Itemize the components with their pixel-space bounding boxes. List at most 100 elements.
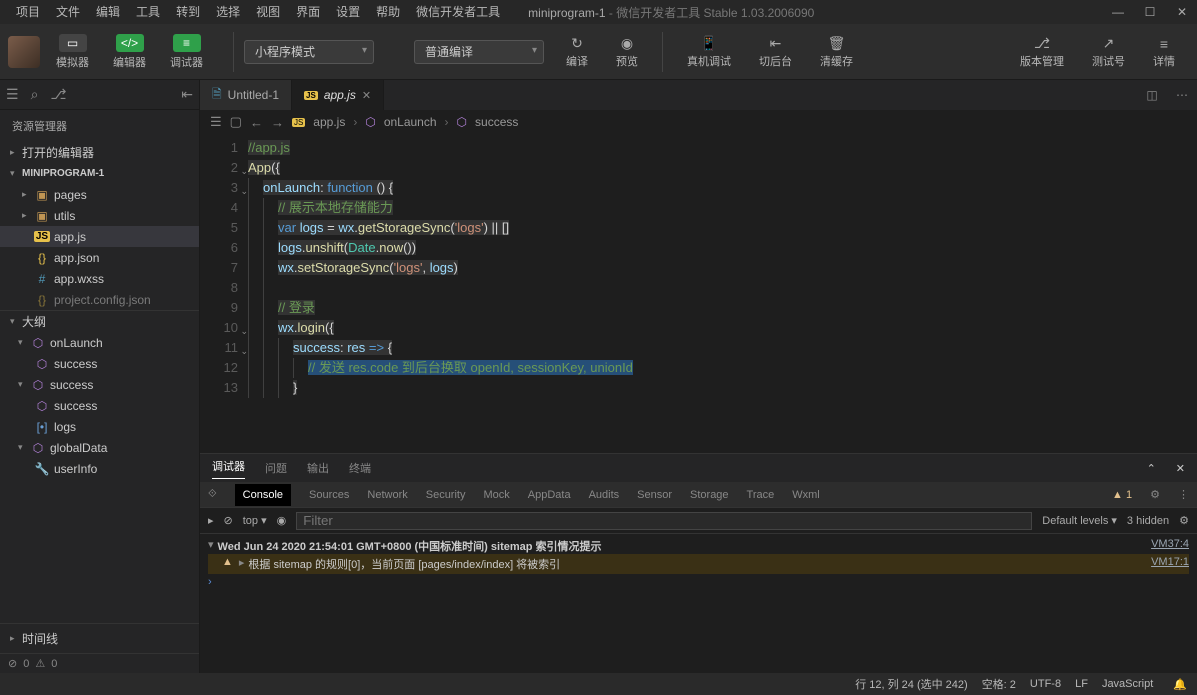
version-manage-button[interactable]: ⎇版本管理 xyxy=(1006,35,1078,69)
bell-icon[interactable]: 🔔 xyxy=(1173,678,1187,691)
inspect-icon[interactable]: ⟐ xyxy=(208,488,217,501)
devtab-network[interactable]: Network xyxy=(367,489,407,501)
list-icon[interactable]: ☰ xyxy=(210,114,222,130)
devtab-wxml[interactable]: Wxml xyxy=(792,489,820,501)
outline-onlaunch[interactable]: ▾⬡onLaunch xyxy=(0,332,199,353)
chevron-up-icon[interactable]: ⌃ xyxy=(1147,462,1156,475)
devtools-settings-icon[interactable]: ⚙ xyxy=(1150,488,1160,501)
debug-tab-terminal[interactable]: 终端 xyxy=(349,460,371,476)
tab-appjs[interactable]: JS app.js ✕ xyxy=(292,80,384,110)
split-editor-icon[interactable]: ◫ xyxy=(1137,80,1167,110)
status-lang[interactable]: JavaScript xyxy=(1102,678,1153,690)
file-appwxss[interactable]: #app.wxss xyxy=(0,268,199,289)
devtab-audits[interactable]: Audits xyxy=(589,489,620,501)
console-source-link[interactable]: VM37:4 xyxy=(1151,538,1189,554)
project-root[interactable]: ▾MINIPROGRAM-1 xyxy=(0,163,199,184)
open-editors-section[interactable]: ▸打开的编辑器 xyxy=(0,142,199,163)
devtab-security[interactable]: Security xyxy=(426,489,466,501)
menu-tools[interactable]: 工具 xyxy=(128,0,168,24)
devtab-storage[interactable]: Storage xyxy=(690,489,729,501)
outline-success2[interactable]: ▾⬡success xyxy=(0,374,199,395)
menu-edit[interactable]: 编辑 xyxy=(88,0,128,24)
compile-select[interactable]: 普通编译 xyxy=(414,40,544,64)
menu-settings[interactable]: 设置 xyxy=(328,0,368,24)
expand-icon[interactable]: ▾ xyxy=(208,538,214,554)
avatar[interactable] xyxy=(8,36,40,68)
settings-icon[interactable]: ⚙ xyxy=(1179,514,1189,527)
breadcrumb-onlaunch[interactable]: onLaunch xyxy=(384,115,437,129)
debugger-toggle[interactable]: ≡调试器 xyxy=(160,30,213,74)
devtab-appdata[interactable]: AppData xyxy=(528,489,571,501)
code-editor[interactable]: 1 2⌄ 3⌄ 4 5 6 7 8 9 10⌄ 11⌄ 12 13 //app.… xyxy=(200,134,1197,453)
debug-tab-debugger[interactable]: 调试器 xyxy=(212,458,245,479)
more-editor-icon[interactable]: ⋯ xyxy=(1167,80,1197,110)
menu-select[interactable]: 选择 xyxy=(208,0,248,24)
bookmark-icon[interactable]: ▢ xyxy=(230,114,242,130)
folder-pages[interactable]: ▸▣pages xyxy=(0,184,199,205)
branch-icon[interactable]: ⎇ xyxy=(50,86,66,103)
background-button[interactable]: ⇤切后台 xyxy=(745,35,806,69)
hidden-count[interactable]: 3 hidden xyxy=(1127,515,1169,527)
problems-indicator[interactable]: ⊘0 ⚠0 xyxy=(0,653,199,673)
file-projectconfig[interactable]: {}project.config.json xyxy=(0,289,199,310)
devtab-sources[interactable]: Sources xyxy=(309,489,349,501)
menu-project[interactable]: 项目 xyxy=(8,0,48,24)
search-icon[interactable]: ⌕ xyxy=(31,86,39,103)
status-cursor[interactable]: 行 12, 列 24 (选中 242) xyxy=(855,676,968,692)
warning-badge[interactable]: ▲ 1 xyxy=(1112,489,1132,501)
collapse-icon[interactable]: ⇤ xyxy=(181,86,193,103)
devtab-console[interactable]: Console xyxy=(235,484,291,506)
menu-help[interactable]: 帮助 xyxy=(368,0,408,24)
folder-utils[interactable]: ▸▣utils xyxy=(0,205,199,226)
tab-close-icon[interactable]: ✕ xyxy=(362,89,371,102)
menu-icon[interactable]: ☰ xyxy=(6,86,19,103)
devtab-trace[interactable]: Trace xyxy=(747,489,775,501)
levels-select[interactable]: Default levels ▾ xyxy=(1042,514,1117,527)
menu-view[interactable]: 视图 xyxy=(248,0,288,24)
context-select[interactable]: top ▾ xyxy=(243,514,267,527)
expand-icon[interactable]: ▸ xyxy=(239,556,245,572)
clear-cache-button[interactable]: 🗑清缓存 xyxy=(806,35,867,69)
panel-close-icon[interactable]: ✕ xyxy=(1176,462,1185,475)
timeline-section[interactable]: ▸时间线 xyxy=(10,628,189,649)
back-icon[interactable]: ← xyxy=(250,115,263,130)
outline-logs[interactable]: [•]logs xyxy=(0,416,199,437)
toggle-sidebar-icon[interactable]: ▸ xyxy=(208,514,214,527)
outline-success1[interactable]: ⬡success xyxy=(0,353,199,374)
details-button[interactable]: ≡详情 xyxy=(1139,35,1189,69)
mode-select[interactable]: 小程序模式 xyxy=(244,40,374,64)
tab-untitled[interactable]: 🗎 Untitled-1 xyxy=(200,80,292,110)
outline-section[interactable]: ▾大纲 xyxy=(0,311,199,332)
breadcrumb-success[interactable]: success xyxy=(475,115,518,129)
devtools-more-icon[interactable]: ⋮ xyxy=(1178,488,1189,501)
menu-goto[interactable]: 转到 xyxy=(168,0,208,24)
file-appjs[interactable]: JSapp.js xyxy=(0,226,199,247)
menu-interface[interactable]: 界面 xyxy=(288,0,328,24)
maximize-button[interactable]: ☐ xyxy=(1143,5,1157,19)
file-appjson[interactable]: {}app.json xyxy=(0,247,199,268)
outline-userinfo[interactable]: 🔧userInfo xyxy=(0,458,199,479)
preview-button[interactable]: ◉预览 xyxy=(602,35,652,69)
devtab-mock[interactable]: Mock xyxy=(483,489,509,501)
menu-wechat-devtools[interactable]: 微信开发者工具 xyxy=(408,0,508,24)
outline-success3[interactable]: ⬡success xyxy=(0,395,199,416)
status-eol[interactable]: LF xyxy=(1075,678,1088,690)
status-spaces[interactable]: 空格: 2 xyxy=(982,676,1016,692)
forward-icon[interactable]: → xyxy=(271,115,284,130)
close-button[interactable]: ✕ xyxy=(1175,5,1189,19)
compile-button[interactable]: ↻编译 xyxy=(552,35,602,69)
breadcrumb-file[interactable]: app.js xyxy=(313,115,345,129)
console-source-link[interactable]: VM17:1 xyxy=(1151,556,1189,572)
menu-file[interactable]: 文件 xyxy=(48,0,88,24)
devtab-sensor[interactable]: Sensor xyxy=(637,489,672,501)
remote-debug-button[interactable]: 📱真机调试 xyxy=(673,35,745,69)
minimize-button[interactable]: — xyxy=(1111,5,1125,19)
simulator-toggle[interactable]: ▭模拟器 xyxy=(46,30,99,74)
clear-console-icon[interactable]: ⊘ xyxy=(224,514,233,527)
console-filter-input[interactable] xyxy=(296,512,1032,530)
status-encoding[interactable]: UTF-8 xyxy=(1030,678,1061,690)
debug-tab-problems[interactable]: 问题 xyxy=(265,460,287,476)
debug-tab-output[interactable]: 输出 xyxy=(307,460,329,476)
console-prompt[interactable]: › xyxy=(208,574,1189,590)
test-account-button[interactable]: ↗测试号 xyxy=(1078,35,1139,69)
